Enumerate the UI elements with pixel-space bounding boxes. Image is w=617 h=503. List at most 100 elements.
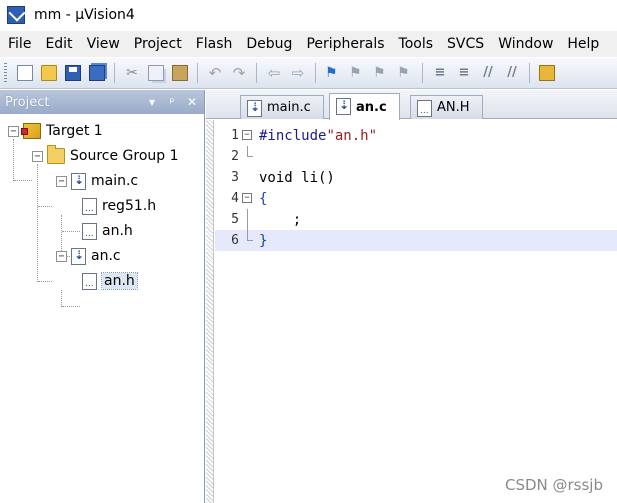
- bookmark-prev-icon[interactable]: ⚑: [349, 65, 365, 81]
- bookmark-next-icon[interactable]: ⚑: [373, 65, 389, 81]
- header-file-icon: [417, 100, 432, 117]
- panel-pin-icon[interactable]: ᵖ: [164, 95, 180, 109]
- code-text: {: [259, 190, 268, 207]
- c-file-icon: [71, 172, 86, 190]
- tree-node-group[interactable]: − Source Group 1: [32, 145, 179, 167]
- collapse-main-c-icon[interactable]: −: [56, 175, 67, 187]
- code-text: #include"an.h": [255, 128, 377, 144]
- tab-an-c[interactable]: an.c: [329, 93, 400, 120]
- undo-icon[interactable]: ↶: [207, 65, 223, 81]
- menu-bar: File Edit View Project Flash Debug Perip…: [0, 31, 617, 57]
- menu-debug[interactable]: Debug: [239, 36, 299, 52]
- fold-marker: [239, 146, 255, 167]
- outdent-icon[interactable]: ≡: [456, 65, 472, 81]
- code-line[interactable]: 2: [215, 146, 617, 167]
- save-all-icon[interactable]: [89, 65, 105, 81]
- c-file-icon: [336, 98, 351, 115]
- tab-main-c-label: main.c: [267, 100, 311, 115]
- tree-node-target[interactable]: − Target 1: [8, 120, 103, 142]
- menu-window[interactable]: Window: [491, 36, 560, 52]
- menu-svcs[interactable]: SVCS: [440, 36, 491, 52]
- main-toolbar: ✂ ↶ ↷ ⇦ ⇨ ⚑ ⚑ ⚑ ⚑ ≡ ≡ // //: [0, 58, 617, 89]
- tree-connector: [38, 206, 52, 207]
- code-line[interactable]: 1 − #include"an.h": [215, 125, 617, 146]
- collapse-target-icon[interactable]: −: [8, 125, 19, 137]
- tree-connector: [14, 180, 32, 181]
- an-h-label[interactable]: an.h: [102, 223, 133, 239]
- code-line-current[interactable]: 6 }: [215, 230, 617, 251]
- project-panel-title: Project: [5, 94, 50, 110]
- group-label[interactable]: Source Group 1: [70, 148, 179, 164]
- cut-icon[interactable]: ✂: [124, 65, 140, 81]
- menu-help[interactable]: Help: [560, 36, 606, 52]
- tree-node-main-c[interactable]: − main.c: [56, 170, 138, 192]
- uncomment-icon[interactable]: //: [504, 65, 520, 81]
- menu-flash[interactable]: Flash: [189, 36, 240, 52]
- navigate-back-icon[interactable]: ⇦: [266, 65, 282, 81]
- comment-icon[interactable]: //: [480, 65, 496, 81]
- project-panel-header: Project ▾ ᵖ ✕: [0, 90, 204, 114]
- tree-node-an-h[interactable]: an.h: [82, 220, 133, 242]
- tree-node-an-c[interactable]: − an.c: [56, 245, 121, 267]
- panel-close-icon[interactable]: ✕: [184, 95, 200, 109]
- line-number: 2: [231, 149, 239, 164]
- tree-connector: [62, 231, 80, 232]
- tab-main-c[interactable]: main.c: [240, 95, 324, 119]
- tab-an-h-label: AN.H: [437, 100, 470, 115]
- header-file-icon: [82, 222, 97, 240]
- toolbar-grip[interactable]: [4, 63, 7, 83]
- folder-icon: [47, 145, 65, 164]
- open-file-icon[interactable]: [41, 65, 57, 81]
- menu-view[interactable]: View: [80, 36, 127, 52]
- collapse-an-c-icon[interactable]: −: [56, 250, 67, 262]
- header-file-icon: [82, 197, 97, 215]
- code-line[interactable]: 3 void li(): [215, 167, 617, 188]
- tab-an-h[interactable]: AN.H: [410, 95, 483, 119]
- save-icon[interactable]: [65, 65, 81, 81]
- tree-connector: [38, 281, 52, 282]
- indent-icon[interactable]: ≡: [432, 65, 448, 81]
- reg51-h-label[interactable]: reg51.h: [102, 198, 156, 214]
- editor-area: main.c an.c AN.H 1 − #include"an.h" 2 3 …: [206, 90, 617, 503]
- menu-tools[interactable]: Tools: [392, 36, 441, 52]
- menu-edit[interactable]: Edit: [38, 36, 79, 52]
- header-file-icon: [82, 272, 97, 290]
- panel-dropdown-icon[interactable]: ▾: [144, 95, 160, 109]
- fold-marker: [239, 167, 255, 188]
- find-in-files-icon[interactable]: [539, 65, 555, 81]
- toolbar-separator: [256, 63, 257, 83]
- tree-connector: [62, 306, 80, 307]
- an-h-selected-label[interactable]: an.h: [101, 272, 138, 290]
- tree-node-an-h-selected[interactable]: an.h: [82, 270, 138, 292]
- main-c-label[interactable]: main.c: [91, 173, 138, 189]
- target-label[interactable]: Target 1: [46, 123, 103, 139]
- bookmark-toggle-icon[interactable]: ⚑: [325, 65, 341, 81]
- code-text: void li(): [259, 169, 335, 186]
- copy-icon[interactable]: [148, 65, 164, 81]
- line-number: 3: [231, 170, 239, 185]
- target-icon: [21, 123, 41, 139]
- bookmark-clear-icon[interactable]: ⚑: [397, 65, 413, 81]
- menu-peripherals[interactable]: Peripherals: [299, 36, 391, 52]
- fold-marker[interactable]: −: [239, 188, 255, 209]
- fold-marker[interactable]: −: [239, 125, 255, 146]
- an-c-label[interactable]: an.c: [91, 248, 121, 264]
- code-text: }: [259, 232, 268, 249]
- tree-connector: [61, 290, 62, 307]
- code-line[interactable]: 5 ;: [215, 209, 617, 230]
- redo-icon[interactable]: ↷: [231, 65, 247, 81]
- paste-icon[interactable]: [172, 65, 188, 81]
- editor-tabs-bar: main.c an.c AN.H: [206, 90, 617, 120]
- code-editor[interactable]: 1 − #include"an.h" 2 3 void li() 4 − { 5…: [215, 120, 617, 503]
- navigate-forward-icon[interactable]: ⇨: [290, 65, 306, 81]
- c-file-icon: [71, 247, 86, 265]
- title-bar: mm - µVision4: [0, 0, 617, 30]
- tree-node-reg51-h[interactable]: reg51.h: [82, 195, 156, 217]
- code-line[interactable]: 4 − {: [215, 188, 617, 209]
- menu-file[interactable]: File: [0, 36, 38, 52]
- toolbar-separator: [114, 63, 115, 83]
- toolbar-separator: [529, 63, 530, 83]
- collapse-group-icon[interactable]: −: [32, 150, 43, 162]
- menu-project[interactable]: Project: [127, 36, 189, 52]
- new-file-icon[interactable]: [17, 65, 33, 81]
